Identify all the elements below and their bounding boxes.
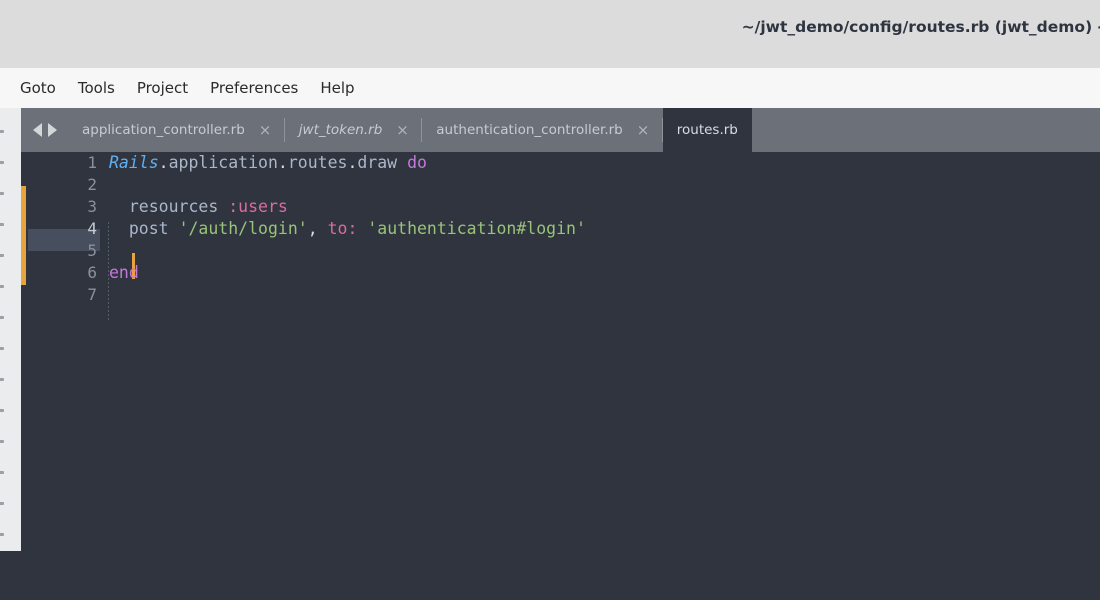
side-panel-row[interactable] [0, 471, 4, 474]
line-content: post '/auth/login', to: 'authentication#… [109, 218, 586, 240]
token-meth: routes [287, 153, 348, 172]
token-punct: . [158, 153, 169, 172]
close-icon[interactable]: × [637, 122, 650, 138]
menu-item-tools[interactable]: Tools [67, 76, 126, 100]
token-str: '/auth/login' [178, 219, 308, 238]
side-panel-row[interactable] [0, 223, 4, 226]
code-line[interactable]: 2 [21, 174, 1100, 196]
side-panel-row[interactable] [0, 316, 4, 319]
tab-label: authentication_controller.rb [436, 122, 623, 138]
side-panel-row[interactable] [0, 409, 4, 412]
tab-label: routes.rb [676, 122, 738, 138]
menu-item-preferences[interactable]: Preferences [199, 76, 309, 100]
side-panel-row[interactable] [0, 533, 4, 536]
window-titlebar: ~/jwt_demo/config/routes.rb (jwt_demo) - [0, 0, 1100, 68]
code-line[interactable]: 5 [21, 240, 1100, 262]
line-number: 7 [87, 285, 97, 304]
tab-application_controller-rb[interactable]: application_controller.rb × [68, 108, 285, 152]
side-panel-row[interactable] [0, 254, 4, 257]
line-number: 2 [87, 175, 97, 194]
tab-jwt_token-rb[interactable]: jwt_token.rb × [285, 108, 423, 152]
line-number: 6 [87, 263, 97, 282]
line-number: 3 [87, 197, 97, 216]
tab-list: application_controller.rb × jwt_token.rb × a… [68, 108, 752, 152]
line-number: 5 [87, 241, 97, 260]
token-meth: post [128, 219, 169, 238]
triangle-right-icon[interactable] [48, 123, 57, 137]
line-content: Rails.application.routes.draw do [109, 152, 427, 174]
token-kw: end [109, 263, 139, 282]
tab-label: jwt_token.rb [298, 122, 383, 138]
code-line[interactable]: 7 [21, 284, 1100, 306]
close-icon[interactable]: × [259, 122, 272, 138]
menu-item-goto[interactable]: Goto [9, 76, 67, 100]
token-str: 'authentication#login' [367, 219, 586, 238]
editor-pane: application_controller.rb × jwt_token.rb × a… [21, 108, 1100, 600]
side-panel-row[interactable] [0, 378, 4, 381]
token-meth: resources [128, 197, 219, 216]
line-content: end [109, 262, 139, 284]
triangle-left-icon[interactable] [33, 123, 42, 137]
tab-nav-controls[interactable] [21, 108, 68, 152]
side-panel-row[interactable] [0, 502, 4, 505]
menu-item-project[interactable]: Project [126, 76, 199, 100]
side-panel-row[interactable] [0, 347, 4, 350]
sublime-text-window: ~/jwt_demo/config/routes.rb (jwt_demo) -… [0, 0, 1100, 600]
side-panel[interactable] [0, 108, 21, 551]
side-panel-row[interactable] [0, 161, 4, 164]
side-panel-row[interactable] [0, 285, 4, 288]
tab-label: application_controller.rb [82, 122, 245, 138]
token-punct: . [277, 153, 288, 172]
token-kw: do [407, 153, 427, 172]
code-line[interactable]: 6 end [21, 262, 1100, 284]
code-line[interactable]: 3 resources :users [21, 196, 1100, 218]
token-punct: . [347, 153, 358, 172]
token-sym: :users [228, 197, 288, 216]
tab-routes-rb[interactable]: routes.rb [662, 108, 752, 152]
line-content: resources :users [109, 196, 288, 218]
token-meth: application [168, 153, 278, 172]
menu-item-help[interactable]: Help [309, 76, 365, 100]
line-number: 4 [87, 219, 97, 238]
side-panel-row[interactable] [0, 440, 4, 443]
line-number: 1 [87, 153, 97, 172]
side-panel-row[interactable] [0, 192, 4, 195]
token-sym: to: [327, 219, 358, 238]
tab-authentication_controller-rb[interactable]: authentication_controller.rb × [422, 108, 663, 152]
code-lines: 1 Rails.application.routes.draw do 2 3 reso… [21, 152, 1100, 306]
code-line[interactable]: 4 post '/auth/login', to: 'authenticatio… [21, 218, 1100, 240]
close-icon[interactable]: × [396, 122, 409, 138]
token-punct: , [307, 219, 318, 238]
token-meth: draw [357, 153, 398, 172]
code-line[interactable]: 1 Rails.application.routes.draw do [21, 152, 1100, 174]
code-area[interactable]: 1 Rails.application.routes.draw do 2 3 reso… [21, 152, 1100, 600]
token-const: Rails [109, 153, 159, 172]
side-panel-row[interactable] [0, 130, 4, 133]
window-title: ~/jwt_demo/config/routes.rb (jwt_demo) - [741, 18, 1100, 36]
tab-bar: application_controller.rb × jwt_token.rb × a… [21, 108, 1100, 152]
menu-bar: Goto Tools Project Preferences Help [0, 68, 1100, 108]
